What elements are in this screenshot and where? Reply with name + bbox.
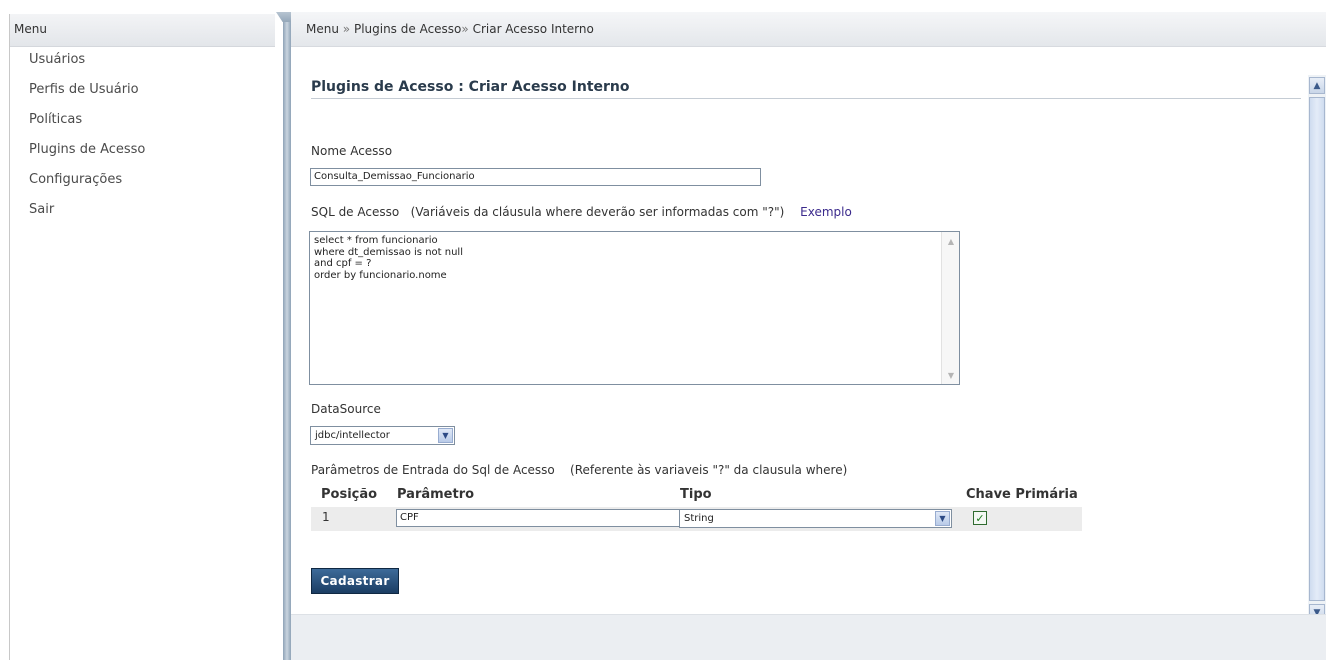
main-panel: Menu » Plugins de Acesso» Criar Acesso I… [291,12,1326,660]
sql-text: select * from funcionario where dt_demis… [314,235,463,281]
sql-label-text: SQL de Acesso [311,205,400,219]
nome-acesso-input[interactable]: Consulta_Demissao_Funcionario [310,168,761,186]
page-scrollbar[interactable]: ▲ ▼ [1308,75,1326,623]
datasource-label: DataSource [311,402,381,416]
posicao-cell: 1 [322,510,330,524]
sidebar-menu: Usuários Perfis de Usuário Políticas Plu… [10,47,275,232]
datasource-value: jdbc/intellector [315,430,390,441]
params-label-text: Parâmetros de Entrada do Sql de Acesso [311,463,555,477]
col-posicao: Posição [321,487,378,502]
col-parametro: Parâmetro [397,487,475,502]
tipo-value: String [684,513,714,524]
breadcrumb-plugins[interactable]: Plugins de Acesso [354,22,461,36]
params-label: Parâmetros de Entrada do Sql de Acesso (… [311,463,847,477]
nome-acesso-label: Nome Acesso [311,144,393,158]
params-hint: (Referente às variaveis "?" da clausula … [570,463,848,477]
exemplo-link[interactable]: Exemplo [800,205,852,219]
sidebar-item-sair[interactable]: Sair [10,202,275,232]
footer-strip [291,614,1326,660]
parametro-input[interactable]: CPF [396,509,697,527]
page-title: Plugins de Acesso : Criar Acesso Interno [311,79,1301,99]
scrollbar-thumb[interactable] [1309,97,1325,601]
sidebar-item-configuracoes[interactable]: Configurações [10,172,275,202]
form-content: Plugins de Acesso : Criar Acesso Interno… [291,47,1326,623]
datasource-select[interactable]: jdbc/intellector ▼ [310,426,455,445]
sidebar-item-usuarios[interactable]: Usuários [10,52,275,82]
table-row: 1 CPF String ▼ ✓ [311,507,1082,531]
chevron-down-icon[interactable]: ▼ [935,511,950,526]
sql-scrollbar[interactable]: ▲ ▼ [941,232,959,384]
breadcrumb-separator: » [342,22,351,36]
chevron-up-icon[interactable]: ▲ [943,233,959,249]
breadcrumb-separator: » [461,22,469,36]
sql-acesso-label: SQL de Acesso (Variáveis da cláusula whe… [311,205,852,219]
sql-hint: (Variáveis da cláusula where deverão ser… [410,205,785,219]
chevron-down-icon[interactable]: ▼ [438,428,453,443]
sidebar-item-plugins[interactable]: Plugins de Acesso [10,142,275,172]
tipo-select[interactable]: String ▼ [679,509,952,528]
breadcrumb-menu[interactable]: Menu [306,22,339,36]
sidebar: Menu Usuários Perfis de Usuário Política… [9,14,275,660]
check-icon: ✓ [975,511,985,525]
cadastrar-button[interactable]: Cadastrar [311,568,399,594]
panel-splitter[interactable] [283,12,291,660]
col-chave: Chave Primária [966,487,1078,502]
col-tipo: Tipo [680,487,712,502]
chevron-down-icon[interactable]: ▼ [943,367,959,383]
breadcrumb-current: Criar Acesso Interno [472,22,594,36]
sidebar-item-perfis[interactable]: Perfis de Usuário [10,82,275,112]
sql-textarea[interactable]: select * from funcionario where dt_demis… [309,231,960,385]
sidebar-item-politicas[interactable]: Políticas [10,112,275,142]
sidebar-header: Menu [10,14,275,47]
breadcrumb: Menu » Plugins de Acesso» Criar Acesso I… [291,12,1326,47]
chave-primaria-checkbox[interactable]: ✓ [973,511,987,525]
chevron-up-icon[interactable]: ▲ [1309,77,1325,94]
